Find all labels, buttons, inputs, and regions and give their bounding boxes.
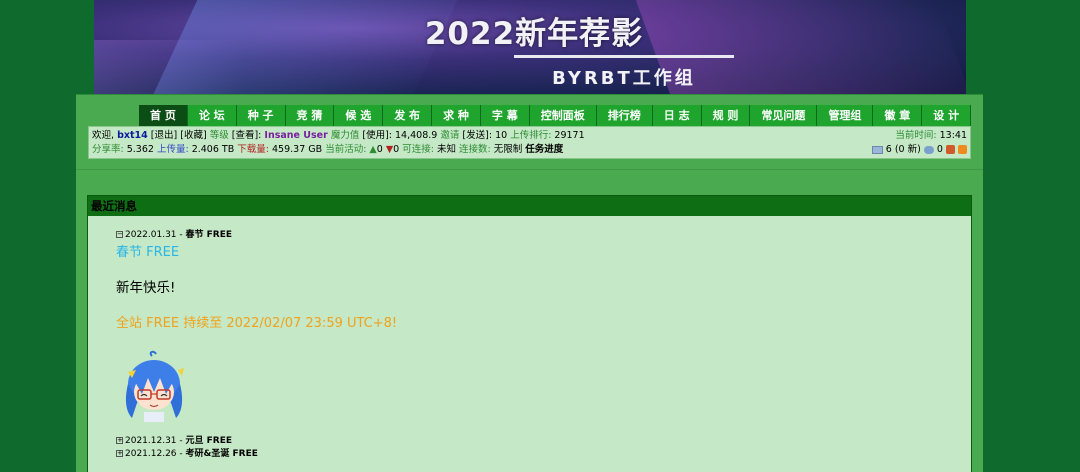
seeding-arrow-icon: ▲: [369, 144, 377, 155]
ratio-label: 分享率:: [92, 144, 124, 155]
use-magic-link[interactable]: [使用]:: [362, 130, 392, 141]
welcome-text: 欢迎,: [92, 130, 115, 141]
magic-label: 魔力值: [330, 130, 360, 141]
nav-design[interactable]: 设 计: [922, 105, 972, 126]
task-progress-link[interactable]: 任务进度: [525, 144, 563, 155]
collapse-icon[interactable]: −: [116, 231, 123, 238]
messages-new: (0 新): [894, 144, 921, 155]
user-info-bar: 欢迎, bxt14 [退出] [收藏] 等级 [查看]: Insane User…: [88, 126, 971, 159]
nav-forum[interactable]: 论 坛: [187, 105, 237, 126]
upload-rank-value: 29171: [554, 130, 585, 141]
connectable-label: 可连接:: [402, 144, 434, 155]
nav-rules[interactable]: 规 则: [701, 105, 751, 126]
news-entry[interactable]: +2021.12.31 - 元旦 FREE: [116, 433, 232, 446]
upload-rank-label: 上传排行:: [510, 130, 552, 141]
news-entry-title[interactable]: 考研&圣诞 FREE: [186, 449, 258, 459]
nav-staff[interactable]: 管理组: [817, 105, 874, 126]
news-panel: 最近消息 −2022.01.31 - 春节 FREE 春节 FREE 新年快乐!…: [87, 195, 972, 472]
username-link[interactable]: bxt14: [117, 130, 148, 141]
eye-icon[interactable]: [923, 145, 934, 154]
nav-candidates[interactable]: 候 选: [334, 105, 384, 126]
nav-faq[interactable]: 常见问题: [750, 105, 818, 126]
news-entry-date: 2021.12.31: [125, 436, 177, 446]
news-entry[interactable]: +2021.12.26 - 考研&圣诞 FREE: [116, 446, 258, 459]
site-banner: 2022新年荐影 BYRBT工作组: [94, 0, 966, 94]
nav-log[interactable]: 日 志: [652, 105, 702, 126]
news-body-text: 新年快乐!: [116, 280, 176, 296]
activity-label: 当前活动:: [325, 144, 367, 155]
messages-value: 6: [885, 144, 892, 155]
level-label: 等级: [209, 130, 229, 141]
news-entry-date: 2021.12.26: [125, 449, 177, 459]
free-notice: 全站 FREE 持续至 2022/02/07 23:59 UTC+8!: [116, 316, 398, 331]
nav-rankings[interactable]: 排行榜: [596, 105, 653, 126]
ratio-value: 5.362: [126, 144, 154, 155]
seeding-value: 0: [376, 144, 383, 155]
view-link[interactable]: [查看]:: [232, 130, 262, 141]
favorites-link[interactable]: [收藏]: [180, 130, 206, 141]
news-header-title: 最近消息: [91, 199, 137, 213]
magic-value: 14,408.9: [395, 130, 438, 141]
send-invite-link[interactable]: [发送]:: [462, 130, 492, 141]
news-entry-date: 2022.01.31: [125, 230, 177, 240]
connections-label: 连接数:: [458, 144, 491, 155]
downloaded-label: 下载量:: [237, 144, 269, 155]
current-time: 当前时间: 13:41: [895, 129, 967, 143]
news-entry-title[interactable]: 春节 FREE: [186, 230, 233, 240]
user-class: Insane User: [264, 130, 328, 141]
news-expanded-title: 春节 FREE: [116, 245, 180, 260]
section-divider: [76, 169, 983, 170]
expand-icon[interactable]: +: [116, 437, 123, 444]
leeching-value: 0: [393, 144, 400, 155]
mail-icon[interactable]: [871, 145, 883, 154]
nav-requests[interactable]: 求 种: [432, 105, 481, 126]
nav-home[interactable]: 首 页: [139, 105, 188, 126]
uploaded-value: 2.406 TB: [191, 144, 235, 155]
current-time-label: 当前时间:: [895, 130, 937, 141]
user-info-row-2: 分享率: 5.362 上传量: 2.406 TB 下载量: 459.37 GB …: [92, 143, 967, 157]
invite-label: 邀请: [440, 130, 460, 141]
downloaded-value: 459.37 GB: [272, 144, 323, 155]
expand-icon[interactable]: +: [116, 450, 123, 457]
message-status: 6 (0 新) 0: [871, 143, 967, 157]
current-time-value: 13:41: [939, 130, 967, 141]
news-entry-title[interactable]: 元旦 FREE: [186, 436, 233, 446]
banner-subtitle: BYRBT工作组: [552, 68, 696, 89]
main-frame: 首 页 论 坛 种 子 竞 猜 候 选 发 布 求 种 字 幕 控制面板 排行榜…: [76, 94, 983, 472]
news-entry[interactable]: −2022.01.31 - 春节 FREE: [116, 227, 232, 240]
invite-value: 10: [495, 130, 508, 141]
rss-icon[interactable]: [958, 145, 967, 154]
uploaded-label: 上传量:: [156, 144, 189, 155]
nav-bets[interactable]: 竞 猜: [285, 105, 335, 126]
banner-divider: [514, 55, 734, 58]
friends-icon[interactable]: [945, 145, 955, 154]
nav-upload[interactable]: 发 布: [383, 105, 433, 126]
news-entry-separator: -: [176, 449, 186, 459]
banner-decoration: [94, 40, 244, 94]
nav-badges[interactable]: 徽 章: [873, 105, 923, 126]
views-value: 0: [936, 144, 943, 155]
mascot-image: [125, 350, 184, 422]
banner-title: 2022新年荐影: [424, 16, 644, 52]
connectable-value: 未知: [436, 144, 456, 155]
nav-subtitles[interactable]: 字 幕: [480, 105, 530, 126]
nav-control-panel[interactable]: 控制面板: [529, 105, 597, 126]
user-info-row-1: 欢迎, bxt14 [退出] [收藏] 等级 [查看]: Insane User…: [92, 129, 967, 143]
news-entry-separator: -: [176, 436, 186, 446]
connections-value: 无限制: [493, 144, 523, 155]
main-nav: 首 页 论 坛 种 子 竞 猜 候 选 发 布 求 种 字 幕 控制面板 排行榜…: [139, 105, 972, 126]
news-entry-separator: -: [176, 230, 186, 240]
logout-link[interactable]: [退出]: [151, 130, 177, 141]
nav-torrents[interactable]: 种 子: [236, 105, 286, 126]
news-header: 最近消息: [88, 196, 971, 216]
